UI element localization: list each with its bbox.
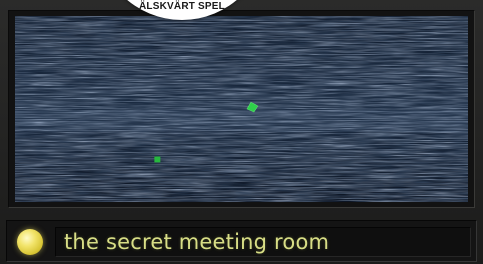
game-viewport	[15, 16, 468, 202]
location-name: the secret meeting room	[64, 230, 330, 254]
blip-small	[154, 156, 161, 163]
scene-haze-band	[15, 109, 468, 132]
badge-text: ÄLSKVÄRT SPEL	[139, 1, 225, 12]
night-scene	[15, 16, 468, 202]
viewport-frame	[8, 10, 475, 208]
scene-noise-dark	[15, 16, 468, 202]
status-light-icon	[17, 229, 43, 255]
location-name-field: the secret meeting room	[55, 227, 471, 257]
location-caption-bar: the secret meeting room	[6, 220, 477, 262]
game-screen: the secret meeting room ÄLSKVÄRT SPEL	[0, 0, 483, 264]
